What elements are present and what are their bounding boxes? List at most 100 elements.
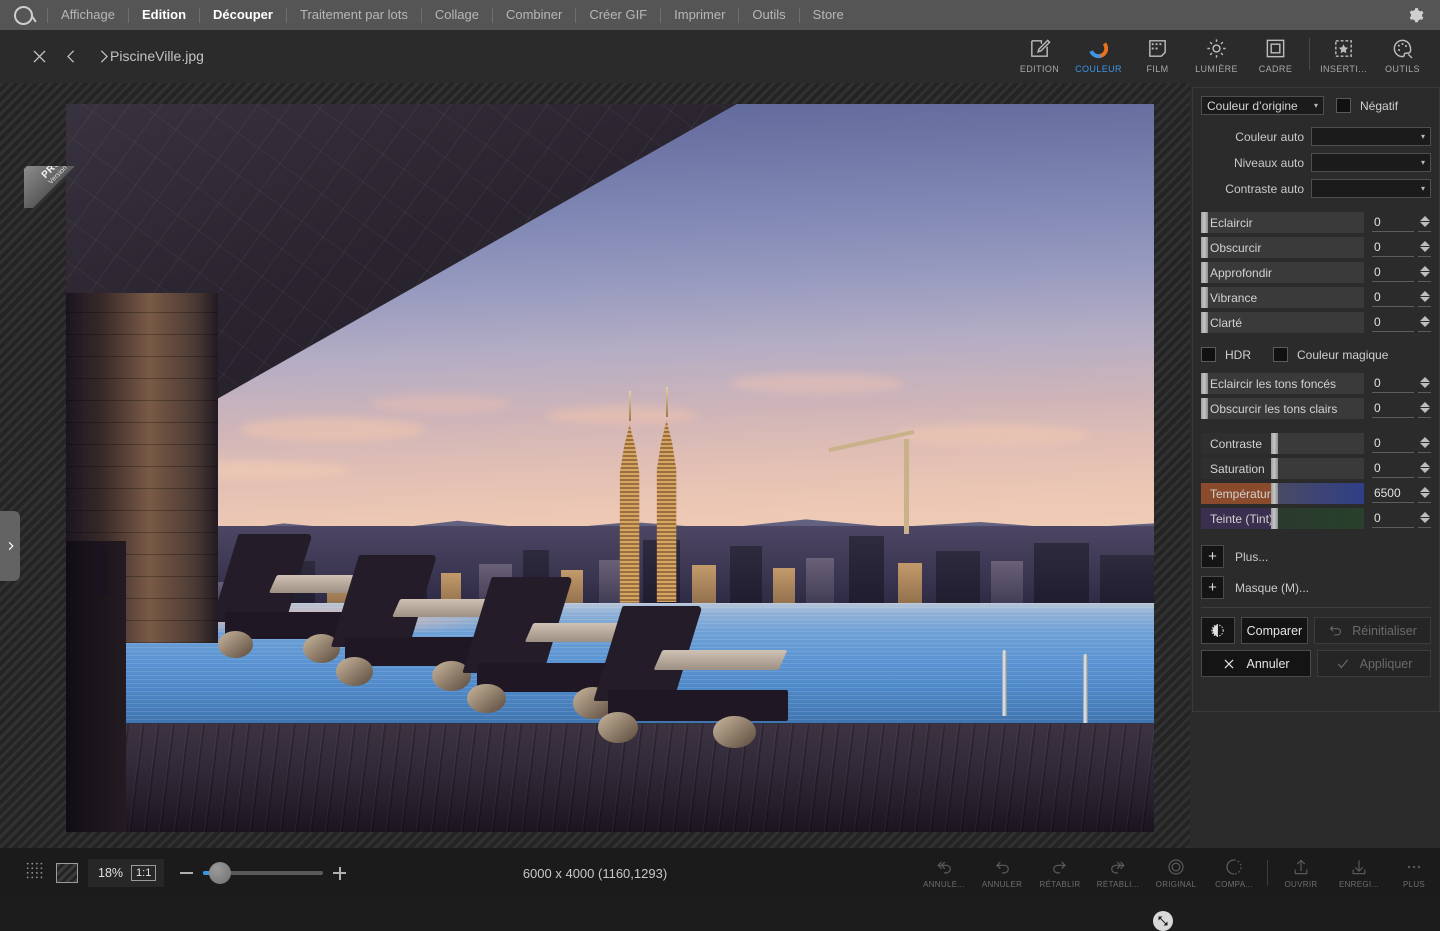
slider-stepper[interactable] [1417, 288, 1432, 307]
negative-checkbox[interactable] [1336, 98, 1351, 113]
slider-value[interactable]: 0 [1371, 313, 1414, 332]
slider-knob[interactable] [1201, 312, 1208, 333]
slider-track[interactable]: Teinte (Tint) [1201, 508, 1364, 529]
slider-value[interactable]: 0 [1371, 374, 1414, 393]
plus-icon[interactable] [333, 866, 347, 880]
previous-image-button[interactable] [56, 42, 86, 72]
slider-track[interactable]: Clarté [1201, 312, 1364, 333]
tab-film[interactable]: FILM [1128, 30, 1187, 83]
grid-toggle-button[interactable] [24, 860, 46, 887]
slider-knob[interactable] [1201, 262, 1208, 283]
close-file-button[interactable] [24, 42, 54, 72]
slider-knob[interactable] [1201, 237, 1208, 258]
slider-eclaircir-tons-fonces[interactable]: Eclaircir les tons foncés 0 [1201, 373, 1432, 394]
slider-obscurcir[interactable]: Obscurcir 0 [1201, 237, 1432, 258]
zoom-slider-knob[interactable] [209, 862, 232, 884]
tab-outils[interactable]: OUTILS [1373, 30, 1432, 83]
menu-item-traitement-par-lots[interactable]: Traitement par lots [287, 0, 421, 30]
slider-track[interactable]: Eclaircir [1201, 212, 1364, 233]
photo-preview[interactable] [66, 104, 1154, 832]
slider-knob[interactable] [1271, 483, 1279, 504]
cancel-button[interactable]: Annuler [1201, 650, 1312, 677]
slider-value[interactable]: 0 [1371, 213, 1414, 232]
slider-knob[interactable] [1271, 433, 1279, 454]
settings-button[interactable] [1400, 0, 1430, 30]
slider-knob[interactable] [1271, 508, 1279, 529]
slider-eclaircir[interactable]: Eclaircir 0 [1201, 212, 1432, 233]
menu-item-store[interactable]: Store [800, 0, 857, 30]
slider-temperature[interactable]: Température 6500 [1201, 483, 1432, 504]
slider-track[interactable]: Eclaircir les tons foncés [1201, 373, 1364, 394]
hdr-checkbox[interactable] [1201, 347, 1216, 362]
menu-item-edition[interactable]: Edition [129, 0, 199, 30]
slider-track[interactable]: Obscurcir [1201, 237, 1364, 258]
magic-color-checkbox[interactable] [1273, 347, 1288, 362]
undo-button[interactable]: ANNULER [973, 848, 1031, 898]
slider-stepper[interactable] [1417, 238, 1432, 257]
slider-knob[interactable] [1201, 287, 1208, 308]
slider-value[interactable]: 0 [1371, 509, 1414, 528]
slider-track[interactable]: Approfondir [1201, 262, 1364, 283]
slider-value[interactable]: 6500 [1371, 484, 1414, 503]
color-mode-select[interactable]: Couleur d’origine ▾ [1201, 96, 1324, 115]
slider-value[interactable]: 0 [1371, 263, 1414, 282]
slider-track[interactable]: Température [1201, 483, 1364, 504]
slider-stepper[interactable] [1417, 509, 1432, 528]
slider-contraste[interactable]: Contraste 0 [1201, 433, 1432, 454]
plus-icon[interactable]: + [1201, 545, 1224, 568]
slider-knob[interactable] [1201, 398, 1208, 419]
slider-obscurcir-tons-clairs[interactable]: Obscurcir les tons clairs 0 [1201, 398, 1432, 419]
apply-button[interactable]: Appliquer [1317, 650, 1431, 677]
slider-value[interactable]: 0 [1371, 459, 1414, 478]
menu-item-outils[interactable]: Outils [739, 0, 798, 30]
slider-value[interactable]: 0 [1371, 288, 1414, 307]
add-mask-row[interactable]: + Masque (M)... [1201, 576, 1431, 599]
slider-vibrance[interactable]: Vibrance 0 [1201, 287, 1432, 308]
slider-value[interactable]: 0 [1371, 238, 1414, 257]
compare-button[interactable]: COMPA... [1205, 848, 1263, 898]
slider-knob[interactable] [1201, 373, 1208, 394]
tab-couleur[interactable]: COULEUR [1069, 30, 1128, 83]
slider-stepper[interactable] [1417, 434, 1432, 453]
slider-track[interactable]: Vibrance [1201, 287, 1364, 308]
auto-levels-select[interactable]: ▾ [1311, 153, 1431, 172]
tab-cadre[interactable]: CADRE [1246, 30, 1305, 83]
tab-insertion[interactable]: INSERTI... [1314, 30, 1373, 83]
left-panel-toggle[interactable] [0, 511, 20, 581]
slider-track[interactable]: Contraste [1201, 433, 1364, 454]
menu-item-affichage[interactable]: Affichage [48, 0, 128, 30]
tab-lumiere[interactable]: LUMIÈRE [1187, 30, 1246, 83]
redo-all-button[interactable]: RÉTABLI... [1089, 848, 1147, 898]
compare-button[interactable]: Comparer [1240, 617, 1309, 644]
zoom-slider[interactable] [203, 862, 324, 884]
slider-knob[interactable] [1271, 458, 1279, 479]
slider-teinte[interactable]: Teinte (Tint) 0 [1201, 508, 1432, 529]
menu-item-combiner[interactable]: Combiner [493, 0, 575, 30]
menu-item-creer-gif[interactable]: Créer GIF [576, 0, 660, 30]
minus-icon[interactable] [180, 872, 194, 874]
add-more-row[interactable]: + Plus... [1201, 545, 1431, 568]
undo-all-button[interactable]: ANNULE... [915, 848, 973, 898]
slider-stepper[interactable] [1417, 263, 1432, 282]
slider-track[interactable]: Obscurcir les tons clairs [1201, 398, 1364, 419]
slider-stepper[interactable] [1417, 374, 1432, 393]
original-button[interactable]: ORIGINAL [1147, 848, 1205, 898]
slider-stepper[interactable] [1417, 213, 1432, 232]
reset-button[interactable]: Réinitialiser [1314, 617, 1432, 644]
slider-knob[interactable] [1201, 212, 1208, 233]
slider-approfondir[interactable]: Approfondir 0 [1201, 262, 1432, 283]
slider-clarte[interactable]: Clarté 0 [1201, 312, 1432, 333]
more-button[interactable]: PLUS [1388, 848, 1440, 898]
auto-color-select[interactable]: ▾ [1311, 127, 1431, 146]
menu-item-collage[interactable]: Collage [422, 0, 492, 30]
open-button[interactable]: OUVRIR [1272, 848, 1330, 898]
slider-stepper[interactable] [1417, 484, 1432, 503]
slider-track[interactable]: Saturation [1201, 458, 1364, 479]
slider-stepper[interactable] [1417, 459, 1432, 478]
one-to-one-button[interactable]: 1:1 [131, 865, 157, 881]
save-button[interactable]: ENREGI... [1330, 848, 1388, 898]
transparency-checker-button[interactable] [56, 863, 78, 883]
slider-value[interactable]: 0 [1371, 434, 1414, 453]
tab-edition[interactable]: EDITION [1010, 30, 1069, 83]
canvas-area[interactable]: PRO Version [0, 83, 1190, 931]
